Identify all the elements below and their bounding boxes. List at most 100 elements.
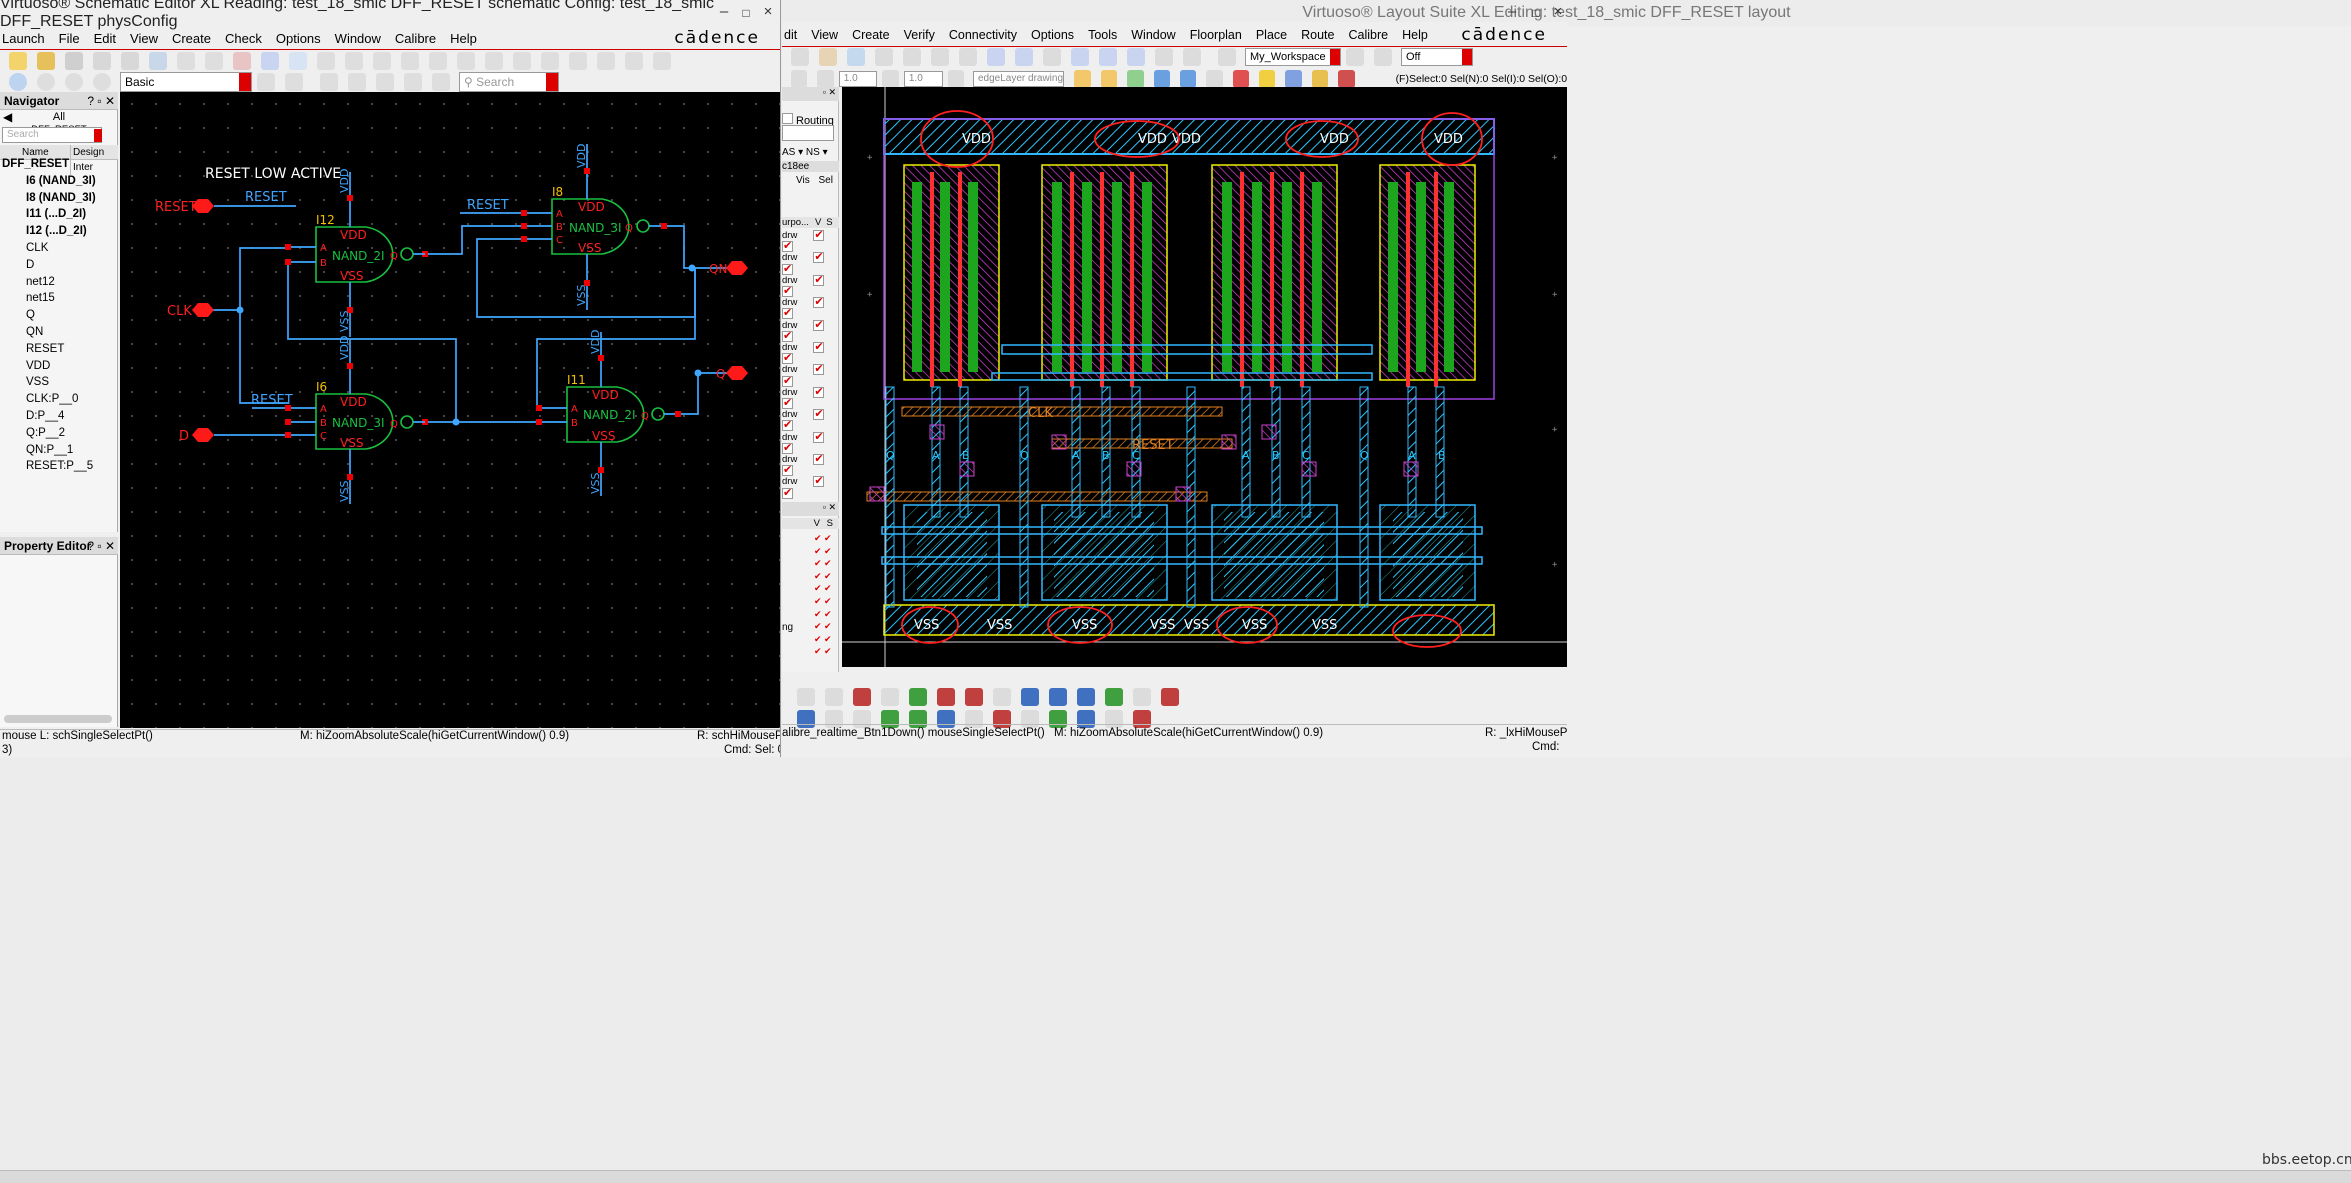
palette-icon[interactable] xyxy=(1105,688,1123,706)
menu-place[interactable]: Place xyxy=(1256,28,1287,42)
check-icon[interactable] xyxy=(817,70,834,88)
select-icon[interactable] xyxy=(320,73,338,91)
menu-options[interactable]: Options xyxy=(276,31,321,46)
hierarchy-icon[interactable] xyxy=(1311,70,1329,88)
workspace-save-icon[interactable] xyxy=(257,73,275,91)
tree-item[interactable]: I8 (NAND_3I) xyxy=(2,190,116,207)
menu-edit[interactable]: Edit xyxy=(94,31,116,46)
workspace-select[interactable]: Basic xyxy=(120,72,252,92)
pin-d[interactable]: D xyxy=(179,428,214,444)
tree-item[interactable]: D:P__4 xyxy=(2,408,116,425)
layer-row[interactable]: drw ✔✔ xyxy=(782,252,839,275)
palette-icon[interactable] xyxy=(1133,710,1151,728)
grid-x-field[interactable]: 1.0 xyxy=(838,71,878,87)
tree-item[interactable]: Q xyxy=(2,307,116,324)
check-icon[interactable] xyxy=(947,70,964,88)
tree-item[interactable]: CLK:P__0 xyxy=(2,391,116,408)
palette-icon[interactable] xyxy=(1021,710,1039,728)
undo-icon[interactable] xyxy=(791,70,808,88)
ruler-icon[interactable] xyxy=(1153,70,1170,88)
grid-y-field[interactable]: 1.0 xyxy=(903,71,943,87)
tree-item[interactable]: RESET xyxy=(2,341,116,358)
probe-icon[interactable] xyxy=(1206,70,1223,88)
menu-tools[interactable]: Tools xyxy=(1088,28,1117,42)
palette-icon[interactable] xyxy=(965,710,983,728)
palette-icon[interactable] xyxy=(1049,710,1067,728)
menu-create[interactable]: Create xyxy=(852,28,890,42)
pin-clk[interactable]: CLK xyxy=(167,303,214,319)
tree-item[interactable]: DFF_RESET xyxy=(2,156,116,173)
crosshair-icon[interactable] xyxy=(1179,70,1197,88)
palette-icon[interactable] xyxy=(909,710,927,728)
palette-icon[interactable] xyxy=(1077,710,1095,728)
menu-view[interactable]: View xyxy=(130,31,158,46)
palette-icon[interactable] xyxy=(965,688,983,706)
palette-icon[interactable] xyxy=(1161,688,1179,706)
pin-q[interactable]: Q xyxy=(716,366,748,381)
menu-file[interactable]: File xyxy=(59,31,80,46)
palette-icon[interactable] xyxy=(937,710,955,728)
tree-item[interactable]: QN:P__1 xyxy=(2,442,116,459)
pex-icon[interactable] xyxy=(1285,70,1302,88)
drc-icon[interactable] xyxy=(1232,70,1250,88)
menu-verify[interactable]: Verify xyxy=(904,28,935,42)
tree-item[interactable]: RESET:P__5 xyxy=(2,458,116,475)
menu-launch[interactable]: Launch xyxy=(2,31,45,46)
layer-row[interactable]: drw ✔✔ xyxy=(782,454,839,477)
palette-icon[interactable] xyxy=(937,688,955,706)
select-net-icon[interactable] xyxy=(1127,70,1144,88)
layer-row[interactable]: drw ✔✔ xyxy=(782,386,839,410)
layer-row[interactable]: drw ✔✔ xyxy=(782,409,839,432)
lvs-icon[interactable] xyxy=(1259,70,1276,88)
search-field[interactable]: ⚲ Search xyxy=(459,72,559,92)
menu-route[interactable]: Route xyxy=(1301,28,1334,42)
palette-icon[interactable] xyxy=(853,710,871,728)
marker-icon[interactable] xyxy=(1338,70,1355,88)
tree-item[interactable]: QN xyxy=(2,324,116,341)
layer-select[interactable]: edgeLayer drawing xyxy=(972,71,1065,87)
select-wire-icon[interactable] xyxy=(432,73,450,91)
palette-icon[interactable] xyxy=(881,710,899,728)
tree-item[interactable]: D xyxy=(2,257,116,274)
menu-help[interactable]: Help xyxy=(450,31,477,46)
menu-options[interactable]: Options xyxy=(1031,28,1074,42)
pin-reset[interactable]: RESET xyxy=(155,199,214,215)
palette-icon[interactable] xyxy=(797,688,815,706)
select-mode-icon[interactable] xyxy=(9,73,27,91)
tree-item[interactable]: CLK xyxy=(2,240,116,257)
property-scrollbar[interactable] xyxy=(4,715,112,723)
tree-item[interactable]: VSS xyxy=(2,374,116,391)
close-button[interactable]: × xyxy=(756,3,780,20)
select-area-icon[interactable] xyxy=(348,73,366,91)
gate-i11[interactable]: I11 VDD NAND_2I VSS A B Q VDD VSS xyxy=(536,330,681,496)
palette-icon[interactable] xyxy=(825,710,843,728)
menu-window[interactable]: Window xyxy=(335,31,381,46)
palette-icon[interactable] xyxy=(1049,688,1067,706)
navigator-search[interactable]: Search xyxy=(2,127,102,143)
back-icon[interactable] xyxy=(37,73,55,91)
menu-window[interactable]: Window xyxy=(1131,28,1175,42)
minimize-button[interactable]: – xyxy=(712,3,736,20)
layer-row[interactable]: drw ✔✔ xyxy=(782,342,839,365)
lsw-filters[interactable]: AS ▾ NS ▾ xyxy=(782,147,839,158)
tree-item[interactable]: net15 xyxy=(2,290,116,307)
palette-icon[interactable] xyxy=(853,688,871,706)
layer-row[interactable]: drw ✔✔ xyxy=(782,230,839,253)
forward-icon[interactable] xyxy=(65,73,83,91)
layer-row[interactable]: drw ✔✔ xyxy=(782,319,839,342)
menu-view[interactable]: View xyxy=(811,28,838,42)
menu-calibre[interactable]: Calibre xyxy=(395,31,436,46)
select-icon[interactable] xyxy=(1074,70,1091,88)
menu-create[interactable]: Create xyxy=(172,31,211,46)
workspace-load-icon[interactable] xyxy=(285,73,303,91)
palette-icon[interactable] xyxy=(1105,710,1123,728)
layout-canvas[interactable]: VDD VDD VDD VDD VDD VSS VSS VSS VSS VSS … xyxy=(842,87,1567,667)
layer-row[interactable]: drw ✔✔ xyxy=(782,297,839,320)
palette-icon[interactable] xyxy=(1077,688,1095,706)
gate-i8[interactable]: I8 VDD NAND_3I VSS A B C Q VDD VSS xyxy=(521,144,667,310)
tree-item[interactable]: net12 xyxy=(2,274,116,291)
layer-filter[interactable] xyxy=(782,125,834,141)
palette-icon[interactable] xyxy=(1021,688,1039,706)
tree-item[interactable]: Q:P__2 xyxy=(2,425,116,442)
gate-i12[interactable]: I12 VDD NAND_2I VSS A B Q VDD VSS xyxy=(285,169,428,337)
